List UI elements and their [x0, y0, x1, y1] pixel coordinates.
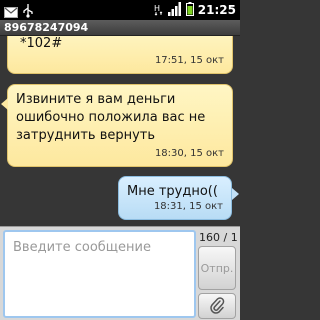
- message-time: 18:31, 15 окт: [153, 201, 223, 212]
- message-time: 17:51, 15 окт: [154, 55, 224, 66]
- send-button-label: Отпр.: [200, 261, 234, 275]
- message-list[interactable]: *102# 17:51, 15 окт Извините я вам деньг…: [0, 36, 240, 226]
- conversation-header: 89678247094: [0, 20, 240, 36]
- contact-number: 89678247094: [4, 21, 89, 34]
- message-time: 18:30, 15 окт: [154, 148, 224, 159]
- signal-icon: [167, 1, 182, 20]
- message-text: *102#: [20, 36, 63, 51]
- send-button[interactable]: Отпр.: [198, 246, 236, 290]
- attach-button[interactable]: [198, 293, 236, 319]
- message-bubble-incoming[interactable]: *102# 17:51, 15 окт: [7, 36, 233, 74]
- message-input-placeholder: Введите сообщение: [13, 240, 151, 255]
- network-type-icon: H: [154, 1, 164, 20]
- message-input[interactable]: Введите сообщение: [3, 230, 196, 318]
- status-bar: H 21:25: [0, 0, 240, 20]
- compose-bar: Введите сообщение 160 / 1 Отпр.: [0, 226, 240, 320]
- svg-text:H: H: [154, 4, 160, 13]
- message-bubble-incoming[interactable]: Извините я вам деньги ошибочно положила …: [7, 84, 233, 167]
- bubble-tail: [232, 188, 239, 200]
- bubble-tail: [1, 98, 8, 110]
- character-counter: 160 / 1: [199, 231, 238, 244]
- status-icons: H 21:25: [154, 0, 236, 20]
- message-bubble-outgoing[interactable]: Мне трудно(( 18:31, 15 окт: [118, 176, 232, 220]
- clock: 21:25: [197, 3, 236, 17]
- message-text: Извините я вам деньги ошибочно положила …: [16, 92, 206, 143]
- paperclip-icon: [209, 296, 225, 317]
- battery-icon: [185, 1, 194, 20]
